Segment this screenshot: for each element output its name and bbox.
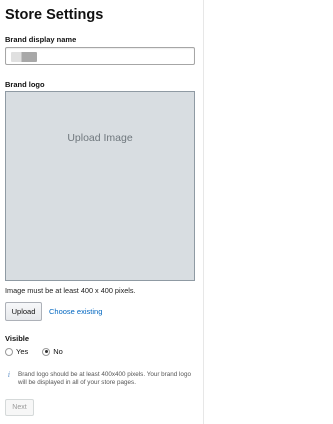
visible-no-label: No	[53, 347, 63, 356]
brand-display-name-input[interactable]	[5, 47, 195, 65]
visible-label: Visible	[5, 334, 30, 343]
visible-yes-option[interactable]: Yes	[5, 347, 28, 356]
image-requirement-text: Image must be at least 400 x 400 pixels.	[5, 286, 136, 295]
info-text: Brand logo should be at least 400x400 pi…	[18, 371, 191, 386]
visible-yes-radio[interactable]	[5, 347, 13, 356]
logo-upload-area[interactable]: Upload Image	[5, 91, 195, 281]
info-icon: i	[7, 371, 11, 379]
choose-existing-link[interactable]: Choose existing	[49, 307, 102, 316]
visible-no-radio[interactable]	[42, 347, 51, 356]
brand-logo-label: Brand logo	[5, 80, 45, 89]
visible-yes-label: Yes	[16, 347, 29, 356]
visible-no-option[interactable]: No	[42, 347, 63, 356]
brand-display-name-label: Brand display name	[5, 35, 77, 44]
store-settings-page: Store Settings Brand display name Brand …	[0, 0, 333, 424]
redacted-value	[11, 52, 37, 62]
info-message: i Brand logo should be at least 400x400 …	[5, 371, 195, 387]
upload-image-text: Upload Image	[67, 132, 133, 144]
visible-radio-group: Yes No	[5, 346, 63, 357]
page-title: Store Settings	[5, 7, 104, 23]
next-button[interactable]: Next	[5, 399, 34, 416]
upload-button[interactable]: Upload	[5, 302, 42, 321]
